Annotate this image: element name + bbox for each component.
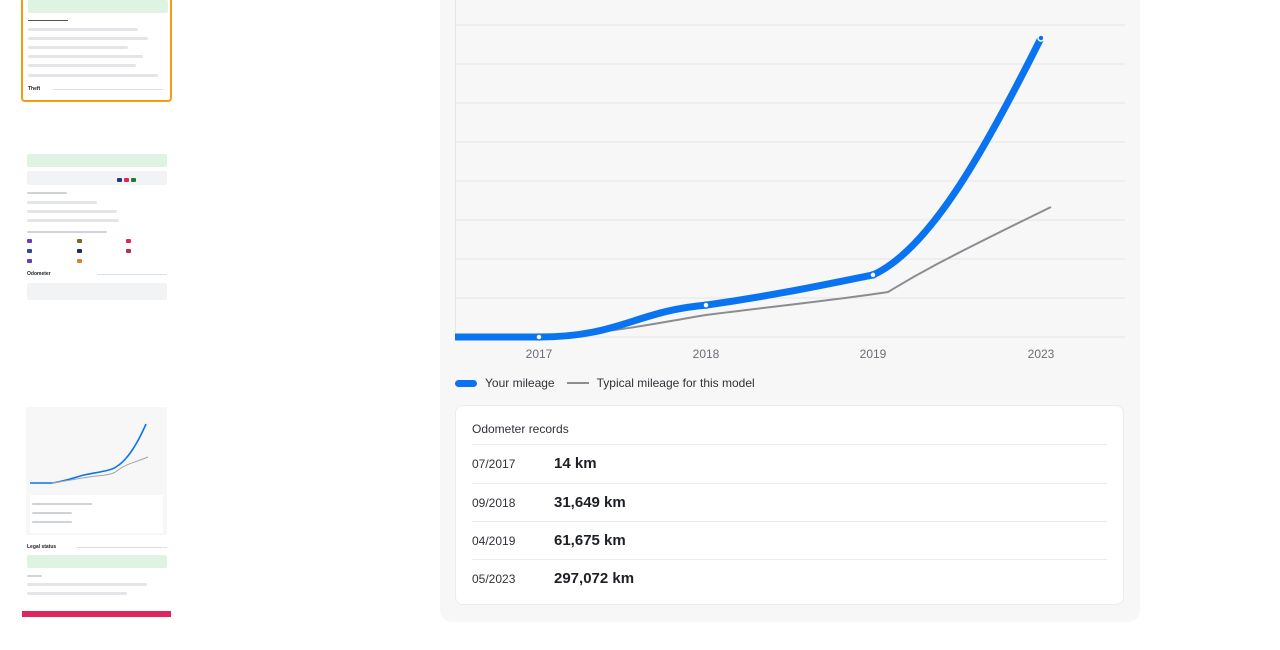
record-date: 07/2017 (472, 457, 516, 471)
mini-chart (30, 423, 149, 484)
page-thumbnail-3[interactable]: Legal status (22, 407, 171, 617)
x-tick-label: 2019 (860, 347, 887, 360)
theft-title: Theft (28, 86, 41, 92)
record-date: 04/2019 (472, 534, 516, 548)
record-date: 09/2018 (472, 496, 516, 510)
table-row: 05/2023 297,072 km (472, 559, 1107, 598)
legal-status-title: Legal status (27, 544, 57, 550)
legend-typical-mileage: Typical mileage for this model (596, 376, 755, 390)
record-date: 05/2023 (472, 572, 516, 586)
x-tick-label: 2023 (1028, 347, 1055, 360)
record-mileage: 297,072 km (554, 570, 635, 587)
typical-mileage-line (538, 206, 1052, 338)
record-mileage: 31,649 km (554, 494, 626, 511)
your-mileage-swatch (455, 379, 477, 387)
record-mileage: 61,675 km (554, 532, 626, 549)
odometer-records-title: Odometer records (472, 422, 569, 436)
chart-legend: Your mileage Typical mileage for this mo… (455, 374, 755, 392)
x-tick-label: 2017 (526, 347, 553, 360)
odometer-records: Odometer records 07/2017 14 km 09/2018 3… (455, 405, 1124, 605)
x-tick-label: 2018 (693, 347, 720, 360)
mileage-chart: 2017 2018 2019 2023 (455, 0, 1125, 360)
data-point (1037, 34, 1045, 42)
legend-your-mileage: Your mileage (485, 376, 555, 390)
table-row: 04/2019 61,675 km (472, 521, 1107, 560)
data-point (869, 271, 877, 279)
table-row: 07/2017 14 km (472, 444, 1107, 483)
page-thumbnail-2[interactable]: Odometer (22, 150, 171, 302)
page-thumbnail-1[interactable]: Theft (21, 0, 172, 102)
data-point (535, 333, 543, 341)
odometer-title: Odometer (27, 271, 51, 277)
data-point (702, 301, 710, 309)
your-mileage-line (455, 34, 1045, 341)
table-row: 09/2018 31,649 km (472, 483, 1107, 522)
record-mileage: 14 km (554, 455, 597, 472)
typical-mileage-swatch (566, 382, 589, 384)
